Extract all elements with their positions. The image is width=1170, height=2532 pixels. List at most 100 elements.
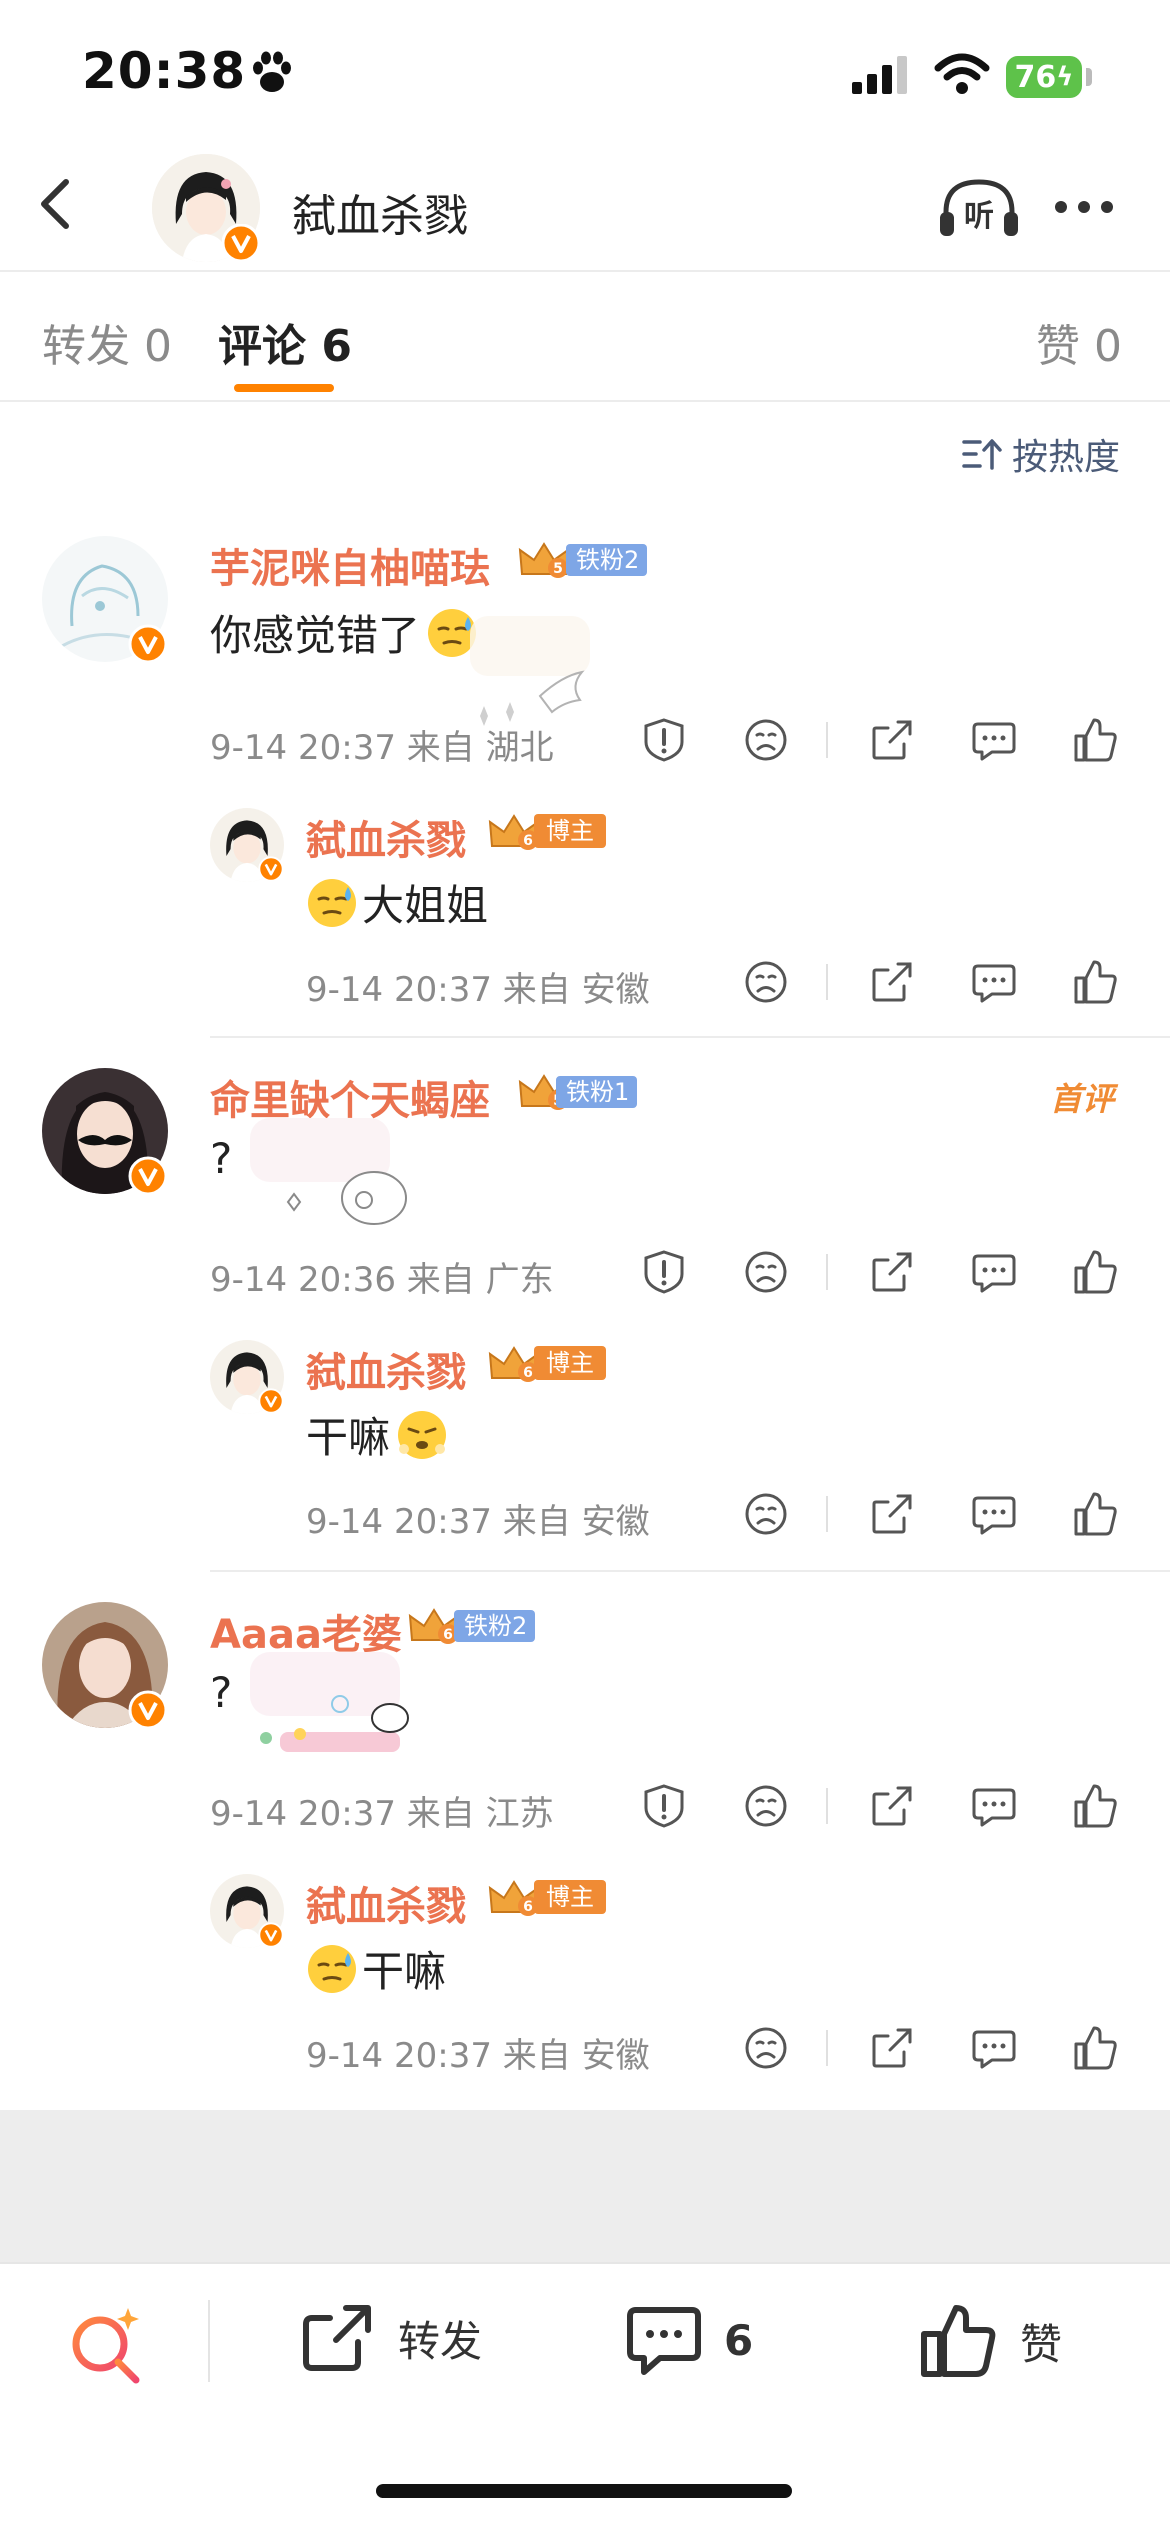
comment-meta: 9-14 20:37 来自 江苏 xyxy=(210,1794,554,1834)
decor-sticker-bath-icon xyxy=(250,1652,409,1752)
iron-fan-tag: 铁粉2 xyxy=(454,1610,536,1642)
like-thumb-icon[interactable] xyxy=(1072,1248,1120,1296)
tab-likes[interactable]: 赞 0 xyxy=(1036,310,1122,374)
reply-comment-icon[interactable] xyxy=(970,716,1018,764)
charging-icon: ϟ xyxy=(1056,62,1074,92)
like-thumb-icon[interactable] xyxy=(1072,2024,1120,2072)
action-separator xyxy=(826,722,828,758)
reply-meta: 9-14 20:37 来自 安徽 xyxy=(306,1502,650,1542)
verified-badge-icon xyxy=(258,1388,284,1414)
share-icon[interactable] xyxy=(868,958,916,1006)
tab-comments[interactable]: 评论 6 xyxy=(218,310,352,374)
toolbar-separator xyxy=(208,2300,210,2382)
comment-actions xyxy=(640,1782,1126,1830)
comment-text: ? xyxy=(210,1134,232,1183)
repost-button[interactable]: 转发 xyxy=(300,2302,482,2374)
dislike-face-icon[interactable] xyxy=(742,1782,790,1830)
reply-meta: 9-14 20:37 来自 安徽 xyxy=(306,2036,650,2076)
share-icon[interactable] xyxy=(868,1248,916,1296)
iron-fan-tag: 铁粉1 xyxy=(556,1076,638,1108)
like-thumb-icon[interactable] xyxy=(1072,958,1120,1006)
repost-label: 转发 xyxy=(398,2316,483,2366)
verified-badge-icon xyxy=(128,1690,168,1730)
comment-actions xyxy=(640,1248,1126,1296)
fan-level-number: 6 xyxy=(523,1899,533,1915)
fan-level-crown-icon: 6 xyxy=(408,1608,460,1644)
verified-badge-icon xyxy=(128,1156,168,1196)
comment-bubble-icon xyxy=(627,2307,701,2375)
headphones-listen-icon[interactable]: 听 xyxy=(938,178,1020,240)
status-time: 20:38 xyxy=(82,42,247,100)
sort-by-hot-button[interactable]: 按热度 xyxy=(962,428,1120,480)
comment-count: 6 xyxy=(724,2315,754,2365)
home-indicator xyxy=(376,2484,792,2498)
comment-body: ? xyxy=(210,1134,233,1183)
reply-text: 干嘛 xyxy=(306,1404,448,1465)
reply-actions xyxy=(742,2024,1126,2072)
dislike-face-icon[interactable] xyxy=(742,716,790,764)
action-separator xyxy=(826,1788,828,1824)
like-button[interactable]: 赞 xyxy=(920,2302,1062,2380)
wifi-icon xyxy=(934,53,990,94)
reply-body: 干嘛 xyxy=(306,1413,391,1462)
reply-body: 干嘛 xyxy=(362,1947,447,1996)
dislike-face-icon[interactable] xyxy=(742,1490,790,1538)
share-icon[interactable] xyxy=(868,1782,916,1830)
decor-sticker-pig-icon xyxy=(250,1118,407,1225)
blogger-tag: 博主 xyxy=(534,1880,606,1914)
fan-level-crown-icon: 5 xyxy=(518,542,570,578)
tab-reposts[interactable]: 转发 0 xyxy=(42,310,172,374)
report-icon[interactable] xyxy=(640,716,688,764)
comment-divider xyxy=(210,1036,1170,1038)
sort-label: 按热度 xyxy=(1012,437,1121,478)
battery-level: 76 xyxy=(1014,59,1057,95)
empty-grey-area xyxy=(0,2110,1170,2262)
comment-button[interactable]: 6 xyxy=(626,2302,753,2378)
back-arrow-icon[interactable] xyxy=(30,176,86,232)
share-icon[interactable] xyxy=(868,1490,916,1538)
share-icon[interactable] xyxy=(868,716,916,764)
verified-badge-icon xyxy=(258,856,284,882)
share-icon[interactable] xyxy=(868,2024,916,2072)
reply-comment-icon[interactable] xyxy=(970,1782,1018,1830)
more-options-icon[interactable] xyxy=(1055,198,1124,217)
fan-level-number: 6 xyxy=(523,833,533,849)
reply-author-name[interactable]: 弑血杀戮 xyxy=(306,1874,466,1932)
iron-fan-tag: 铁粉2 xyxy=(566,544,648,576)
fan-level-number: 6 xyxy=(443,1627,453,1643)
commenter-name[interactable]: 芋泥咪自柚喵珐 xyxy=(210,536,490,594)
reply-author-name[interactable]: 弑血杀戮 xyxy=(306,808,466,866)
reply-author-name[interactable]: 弑血杀戮 xyxy=(306,1340,466,1398)
dislike-face-icon[interactable] xyxy=(742,1248,790,1296)
dislike-face-icon[interactable] xyxy=(742,2024,790,2072)
like-thumb-icon[interactable] xyxy=(1072,716,1120,764)
reply-comment-icon[interactable] xyxy=(970,958,1018,1006)
cellular-signal-icon xyxy=(852,56,907,94)
page-title[interactable]: 弑血杀戮 xyxy=(292,180,468,244)
reply-comment-icon[interactable] xyxy=(970,1248,1018,1296)
sweat-smile-emoji-icon xyxy=(308,1944,356,1993)
like-thumb-icon[interactable] xyxy=(1072,1490,1120,1538)
reply-comment-icon[interactable] xyxy=(970,1490,1018,1538)
reply-comment-icon[interactable] xyxy=(970,2024,1018,2072)
sweat-smile-emoji-icon xyxy=(308,878,356,927)
battery-cap xyxy=(1086,68,1092,86)
reply-actions xyxy=(742,958,1126,1006)
decor-sticker-bird-icon xyxy=(470,616,590,726)
fan-level-number: 5 xyxy=(553,561,563,577)
report-icon[interactable] xyxy=(640,1248,688,1296)
report-icon[interactable] xyxy=(640,1782,688,1830)
reply-text: 干嘛 xyxy=(306,1938,446,1999)
sort-icon xyxy=(962,439,1002,470)
ai-search-icon[interactable] xyxy=(66,2304,148,2386)
verified-badge-icon xyxy=(222,224,260,262)
dislike-face-icon[interactable] xyxy=(742,958,790,1006)
comment-text: 你感觉错了 xyxy=(210,602,478,663)
blogger-tag: 博主 xyxy=(534,814,606,848)
nav-header: 弑血杀戮 听 xyxy=(0,140,1170,272)
like-thumb-icon[interactable] xyxy=(1072,1782,1120,1830)
like-thumb-icon xyxy=(921,2305,996,2377)
battery-indicator: 76 ϟ xyxy=(1006,56,1082,98)
reply-text: 大姐姐 xyxy=(306,872,488,933)
comment-divider xyxy=(210,1570,1170,1572)
